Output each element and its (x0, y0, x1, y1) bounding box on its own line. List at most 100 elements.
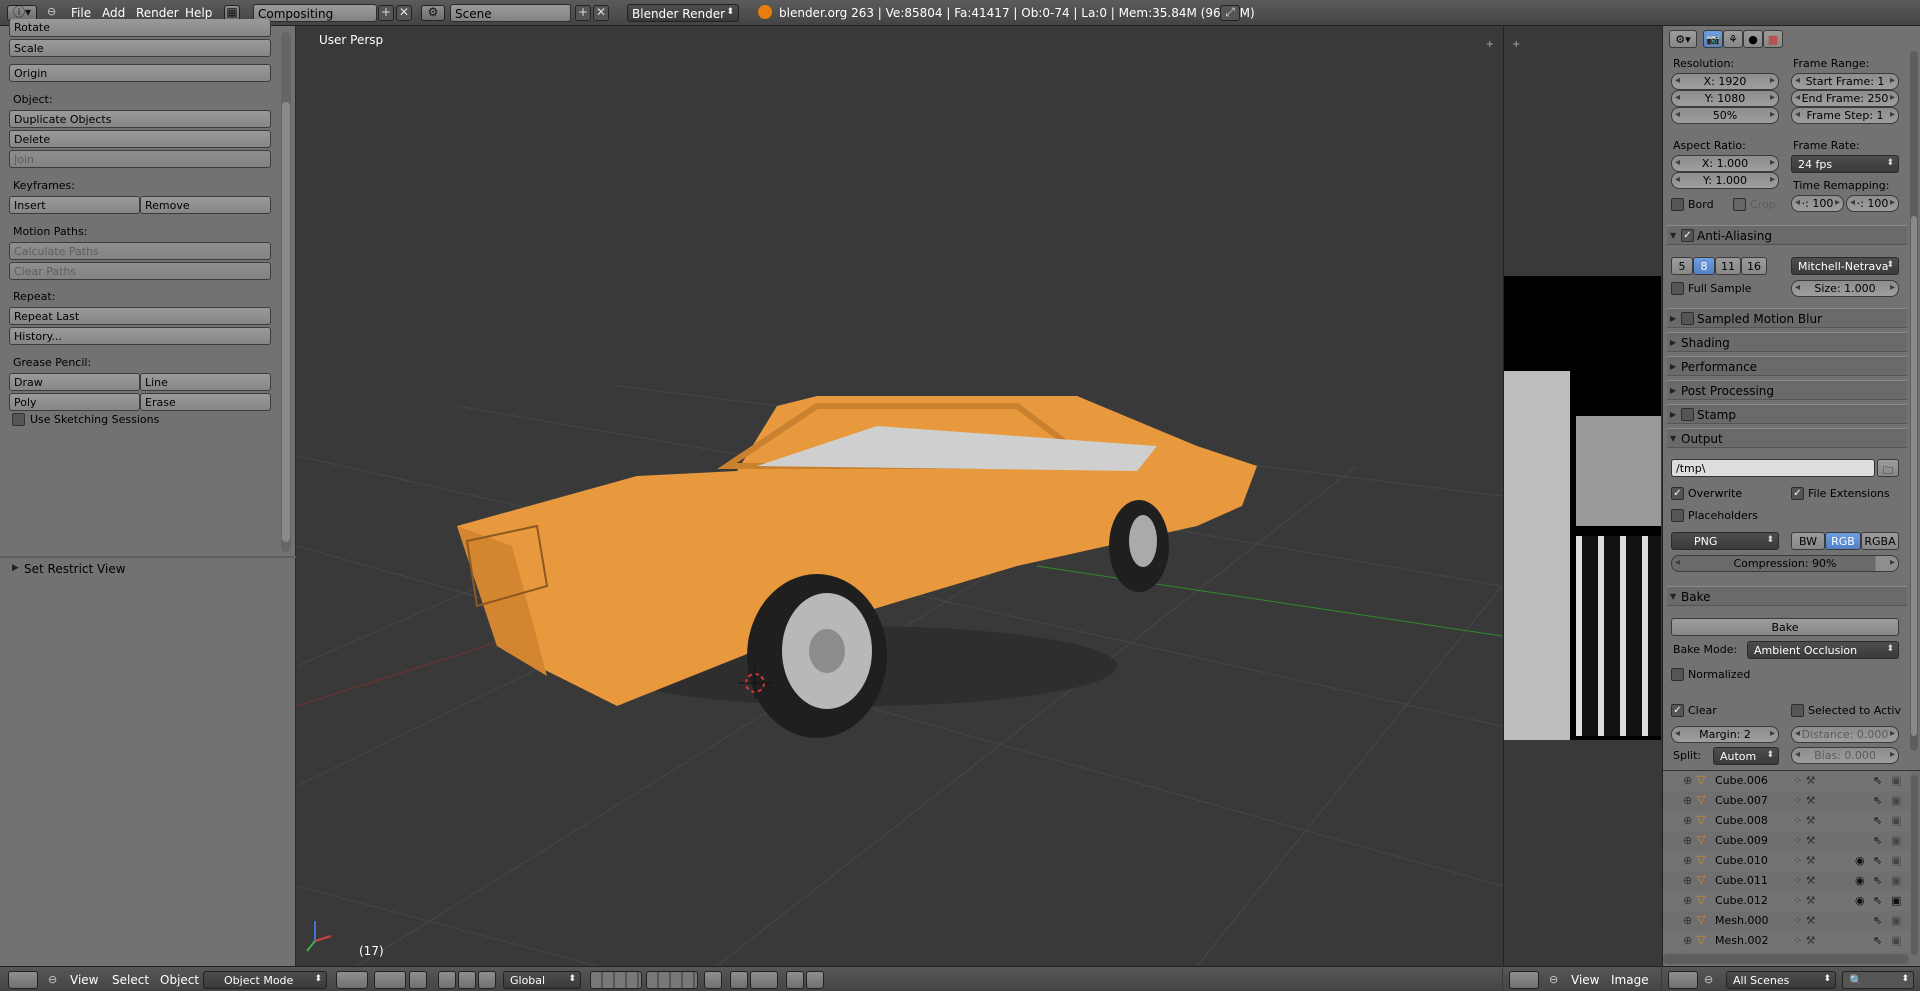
outliner-row[interactable]: ⊕ ▽ Cube.009 ⁘ ⚒ ⇖ ▣ (1663, 831, 1909, 851)
select-cursor-icon[interactable]: ⇖ (1873, 914, 1882, 927)
translate-manipulator-icon[interactable] (438, 971, 456, 989)
bake-mode-dropdown[interactable]: Ambient Occlusion (1747, 641, 1899, 659)
bake-bias-field[interactable]: Bias: 0.000 (1791, 747, 1899, 764)
anti-aliasing-checkbox[interactable]: ✓ (1681, 229, 1694, 242)
render-toggle-icon[interactable]: ▣ (1891, 814, 1901, 827)
display-mode-dropdown[interactable]: All Scenes (1726, 971, 1836, 989)
expand-icon[interactable]: ⊕ (1683, 854, 1692, 867)
bake-panel[interactable]: Bake (1667, 586, 1907, 606)
visibility-eye-icon[interactable]: ◉ (1855, 854, 1865, 867)
rotate-manipulator-icon[interactable] (458, 971, 476, 989)
outliner-row[interactable]: ⊕ ▽ Mesh.000 ⁘ ⚒ ⇖ ▣ (1663, 911, 1909, 931)
expand-icon[interactable]: ⊕ (1683, 794, 1692, 807)
bake-distance-field[interactable]: Distance: 0.000 (1791, 726, 1899, 743)
frame-rate-dropdown[interactable]: 24 fps (1791, 155, 1899, 173)
select-cursor-icon[interactable]: ⇖ (1873, 774, 1882, 787)
resolution-y-field[interactable]: Y: 1080 (1671, 90, 1779, 107)
editor-type-image-button[interactable] (1509, 971, 1539, 989)
clear-paths-button[interactable]: Clear Paths (9, 262, 271, 280)
area-split-icon[interactable]: + (1486, 39, 1494, 50)
stamp-checkbox[interactable] (1681, 408, 1694, 421)
menu-add[interactable]: Add (102, 6, 125, 20)
car-model[interactable] (457, 396, 1257, 738)
collapse-menu-icon[interactable]: ⊖ (47, 5, 56, 18)
render-engine-dropdown[interactable]: Blender Render ⬍ (627, 4, 739, 22)
select-cursor-icon[interactable]: ⇖ (1873, 934, 1882, 947)
bake-button[interactable]: Bake (1671, 618, 1899, 636)
aspect-y-field[interactable]: Y: 1.000 (1671, 172, 1779, 189)
aa-samples-8-button[interactable]: 8 (1693, 257, 1715, 275)
menu-select[interactable]: Select (112, 973, 149, 987)
color-rgb-button[interactable]: RGB (1825, 532, 1861, 550)
outliner-row[interactable]: ⊕ ▽ Cube.006 ⁘ ⚒ ⇖ ▣ (1663, 771, 1909, 791)
visibility-eye-icon[interactable]: ◉ (1855, 874, 1865, 887)
select-cursor-icon[interactable]: ⇖ (1873, 874, 1882, 887)
frame-step-field[interactable]: Frame Step: 1 (1791, 107, 1899, 124)
world-tab-icon[interactable]: ● (1743, 30, 1763, 48)
history-button[interactable]: History... (9, 327, 271, 345)
render-toggle-icon[interactable]: ▣ (1891, 894, 1901, 907)
select-cursor-icon[interactable]: ⇖ (1873, 854, 1882, 867)
snap-toggle-icon[interactable] (730, 971, 748, 989)
object-name[interactable]: Mesh.002 (1715, 934, 1768, 947)
scale-manipulator-icon[interactable] (478, 971, 496, 989)
rotate-button[interactable]: Rotate (9, 19, 271, 37)
performance-panel[interactable]: Performance (1667, 356, 1907, 376)
normalized-checkbox[interactable] (1671, 668, 1684, 681)
scene-tab-icon[interactable]: ⚘ (1723, 30, 1743, 48)
end-frame-field[interactable]: End Frame: 250 (1791, 90, 1899, 107)
collapse-menu-icon[interactable]: ⊖ (1704, 973, 1713, 986)
expand-icon[interactable]: ⊕ (1683, 814, 1692, 827)
properties-scroll-thumb[interactable] (1911, 216, 1917, 736)
use-sketching-checkbox[interactable] (12, 413, 25, 426)
select-cursor-icon[interactable]: ⇖ (1873, 894, 1882, 907)
3d-viewport[interactable]: User Persp (17) + (297, 26, 1502, 966)
placeholders-checkbox[interactable] (1671, 509, 1684, 522)
delete-button[interactable]: Delete (9, 130, 271, 148)
viewport-shading-button[interactable] (336, 971, 368, 989)
expand-panel-icon[interactable]: ▶ (12, 563, 19, 573)
scene-field[interactable]: Scene (450, 4, 571, 22)
outliner-row[interactable]: ⊕ ▽ Cube.012 ⁘ ⚒ ◉ ⇖ ▣ (1663, 891, 1909, 911)
outliner-row[interactable]: ⊕ ▽ Cube.011 ⁘ ⚒ ◉ ⇖ ▣ (1663, 871, 1909, 891)
manipulator-toggle-icon[interactable] (409, 971, 427, 989)
insert-keyframe-button[interactable]: Insert (9, 196, 140, 214)
motion-blur-checkbox[interactable] (1681, 312, 1694, 325)
add-screen-icon[interactable]: + (378, 5, 394, 21)
render-tab-icon[interactable]: 📷 (1703, 30, 1723, 48)
scene-layers-grid-2[interactable] (646, 971, 698, 989)
render-toggle-icon[interactable]: ▣ (1891, 774, 1901, 787)
duplicate-objects-button[interactable]: Duplicate Objects (9, 110, 271, 128)
render-toggle-icon[interactable]: ▣ (1891, 934, 1901, 947)
aspect-x-field[interactable]: X: 1.000 (1671, 155, 1779, 172)
calculate-paths-button[interactable]: Calculate Paths (9, 242, 271, 260)
output-panel[interactable]: Output (1667, 428, 1907, 448)
outliner-row[interactable]: ⊕ ▽ Cube.008 ⁘ ⚒ ⇖ ▣ (1663, 811, 1909, 831)
expand-icon[interactable]: ⊕ (1683, 934, 1692, 947)
editor-type-properties-button[interactable]: ⚙▾ (1669, 30, 1697, 48)
aa-filter-dropdown[interactable]: Mitchell-Netrava (1791, 257, 1899, 275)
texture-tab-icon[interactable]: ▩ (1763, 30, 1783, 48)
expand-icon[interactable]: ⊕ (1683, 774, 1692, 787)
menu-object[interactable]: Object (160, 973, 199, 987)
object-name[interactable]: Cube.006 (1715, 774, 1768, 787)
crop-checkbox[interactable] (1733, 198, 1746, 211)
expand-icon[interactable]: ⊕ (1683, 874, 1692, 887)
full-sample-checkbox[interactable] (1671, 282, 1684, 295)
color-rgba-button[interactable]: RGBA (1861, 532, 1899, 550)
screen-layout-field[interactable]: Compositing (253, 4, 377, 22)
aa-samples-11-button[interactable]: 11 (1715, 257, 1741, 275)
aa-size-field[interactable]: Size: 1.000 (1791, 280, 1899, 297)
menu-render[interactable]: Render (136, 6, 179, 20)
color-bw-button[interactable]: BW (1791, 532, 1825, 550)
split-dropdown[interactable]: Autom (1713, 747, 1779, 765)
stamp-panel[interactable]: Stamp (1667, 404, 1907, 424)
output-path-input[interactable]: /tmp\ (1671, 459, 1875, 477)
grease-draw-button[interactable]: Draw (9, 373, 140, 391)
outliner[interactable]: ⊕ ▽ Cube.006 ⁘ ⚒ ⇖ ▣ ⊕ ▽ Cube.007 ⁘ ⚒ ⇖ … (1662, 770, 1920, 966)
aa-samples-5-button[interactable]: 5 (1671, 257, 1693, 275)
lock-layers-icon[interactable] (704, 971, 722, 989)
scene-layers-grid-1[interactable] (590, 971, 642, 989)
select-cursor-icon[interactable]: ⇖ (1873, 834, 1882, 847)
grease-erase-button[interactable]: Erase (140, 393, 271, 411)
